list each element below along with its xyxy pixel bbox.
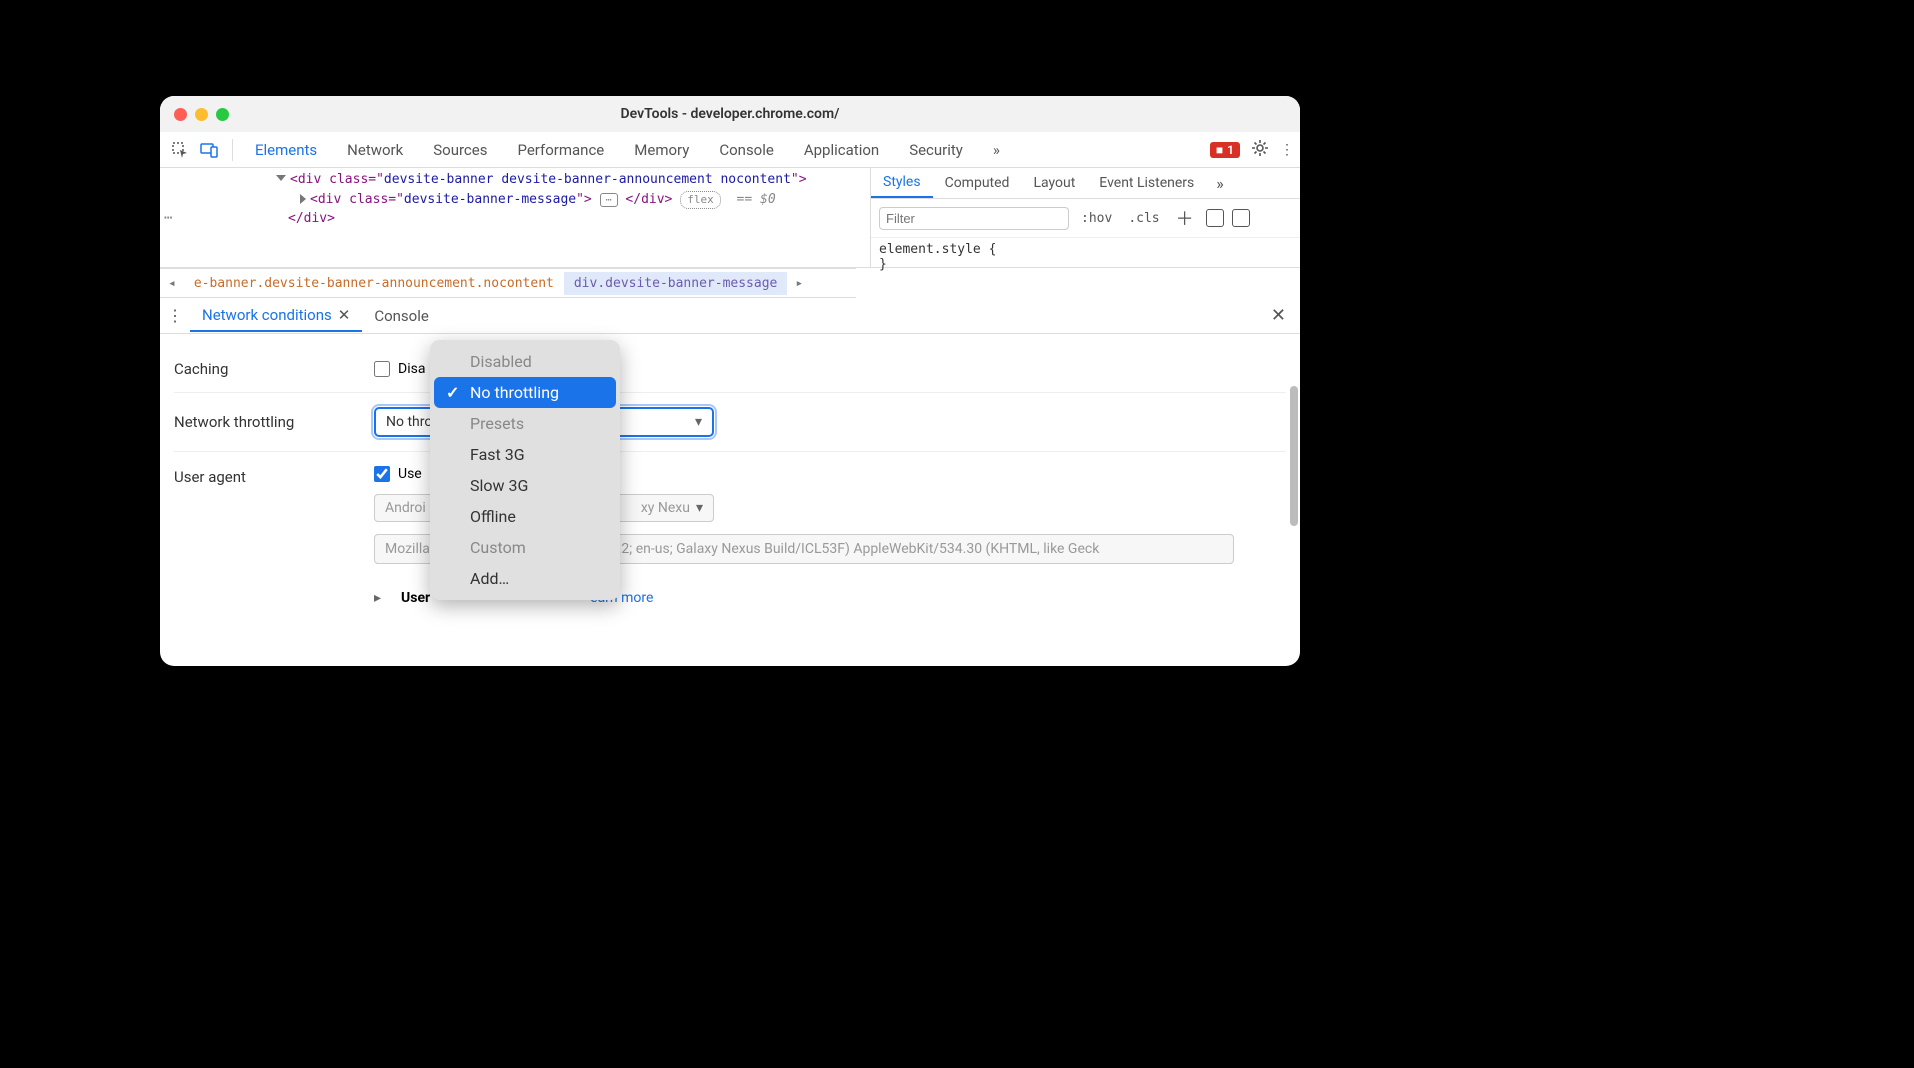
error-count: 1 [1227, 143, 1234, 157]
user-agent-label: User agent [174, 466, 374, 486]
styles-filter-input[interactable] [879, 207, 1069, 230]
traffic-lights [174, 108, 229, 121]
dropdown-item-add[interactable]: Add… [434, 563, 616, 594]
ua-preset-right: xy Nexu [641, 500, 690, 516]
caching-row: Caching Disa [174, 346, 1286, 393]
maximize-window-button[interactable] [216, 108, 229, 121]
collapse-caret-icon[interactable] [300, 194, 306, 204]
expand-caret-icon[interactable] [276, 175, 286, 181]
tab-sources[interactable]: Sources [419, 135, 501, 165]
new-rule-icon[interactable]: ＋ [1172, 203, 1198, 233]
titlebar: DevTools - developer.chrome.com/ [160, 96, 1300, 132]
dropdown-header-presets: Presets [434, 408, 616, 439]
check-icon: ✓ [446, 383, 459, 402]
tab-styles[interactable]: Styles [871, 168, 933, 198]
chevron-down-icon: ▾ [695, 414, 702, 430]
use-browser-default-label: Use [398, 466, 422, 482]
minimize-window-button[interactable] [195, 108, 208, 121]
tab-network[interactable]: Network [333, 135, 417, 165]
tab-label: Network conditions [202, 306, 332, 324]
dropdown-item-fast-3g[interactable]: Fast 3G [434, 439, 616, 470]
close-tab-icon[interactable]: ✕ [338, 306, 351, 324]
styles-toolbar: :hov .cls ＋ [871, 199, 1300, 238]
dropdown-item-offline[interactable]: Offline [434, 501, 616, 532]
drawer-tabs: ⋮ Network conditions ✕ Console ✕ [160, 298, 1300, 334]
tab-layout[interactable]: Layout [1021, 169, 1087, 197]
throttling-value: No thro [386, 414, 432, 430]
close-drawer-icon[interactable]: ✕ [1257, 305, 1300, 326]
caret-right-icon[interactable]: ▸ [374, 590, 381, 606]
dropdown-item-no-throttling[interactable]: ✓ No throttling [434, 377, 616, 408]
throttling-row: Network throttling No thro ▾ [174, 393, 1286, 452]
dropdown-header-custom: Custom [434, 532, 616, 563]
ellipsis-icon[interactable]: ⋯ [600, 193, 618, 207]
user-agent-row: User agent Use Androi xy Nexu ▾ Mozilla0… [174, 452, 1286, 620]
styles-tabs: Styles Computed Layout Event Listeners » [871, 168, 1300, 199]
dom-breadcrumb: ◂ e-banner.devsite-banner-announcement.n… [160, 268, 856, 298]
more-styles-tabs-icon[interactable]: » [1206, 174, 1234, 193]
flex-badge[interactable]: flex [680, 191, 721, 210]
breadcrumb-item-selected[interactable]: div.devsite-banner-message [564, 272, 788, 295]
tab-console[interactable]: Console [705, 135, 788, 165]
hov-toggle[interactable]: :hov [1077, 209, 1116, 228]
chevron-down-icon: ▾ [696, 500, 703, 516]
styles-body[interactable]: element.style { } [871, 238, 1300, 276]
client-hints-label: User [401, 590, 430, 606]
throttling-dropdown: Disabled ✓ No throttling Presets Fast 3G… [430, 340, 620, 600]
breadcrumb-left-icon[interactable]: ◂ [160, 276, 184, 291]
flex-editor-icon[interactable] [1206, 209, 1224, 227]
tab-performance[interactable]: Performance [503, 135, 618, 165]
window-title: DevTools - developer.chrome.com/ [160, 106, 1300, 122]
ua-preset-left: Androi [385, 500, 426, 516]
tab-application[interactable]: Application [790, 135, 893, 165]
cls-toggle[interactable]: .cls [1124, 209, 1163, 228]
tab-elements[interactable]: Elements [241, 135, 331, 165]
close-window-button[interactable] [174, 108, 187, 121]
breadcrumb-right-icon[interactable]: ▸ [787, 276, 811, 291]
more-tabs-icon[interactable]: » [979, 135, 1014, 165]
caching-label: Caching [174, 360, 374, 378]
throttling-label: Network throttling [174, 413, 374, 431]
dropdown-item-slow-3g[interactable]: Slow 3G [434, 470, 616, 501]
selected-marker: == $0 [737, 192, 776, 207]
settings-icon[interactable] [1250, 138, 1270, 162]
tab-computed[interactable]: Computed [933, 169, 1022, 197]
device-toolbar-icon[interactable] [196, 136, 224, 164]
grid-editor-icon[interactable] [1232, 209, 1250, 227]
kebab-menu-icon[interactable]: ⋮ [1280, 142, 1294, 158]
network-conditions-panel: Caching Disa Network throttling No thro … [160, 334, 1300, 666]
divider [232, 139, 233, 161]
vertical-scrollbar[interactable] [1290, 386, 1298, 526]
disable-cache-label: Disa [398, 361, 425, 377]
devtools-window: DevTools - developer.chrome.com/ Element… [160, 96, 1300, 666]
rule-close: } [879, 257, 1292, 272]
main-tabs: Elements Network Sources Performance Mem… [160, 132, 1300, 168]
elements-panel: <div class="devsite-banner devsite-banne… [160, 168, 1300, 268]
tab-security[interactable]: Security [895, 135, 977, 165]
styles-panel: Styles Computed Layout Event Listeners »… [870, 168, 1300, 267]
dropdown-header-disabled: Disabled [434, 346, 616, 377]
use-browser-default-checkbox[interactable] [374, 466, 390, 482]
tab-event-listeners[interactable]: Event Listeners [1087, 169, 1206, 197]
tab-network-conditions[interactable]: Network conditions ✕ [190, 300, 362, 332]
row-actions-icon[interactable]: ⋯ [164, 208, 172, 229]
disable-cache-checkbox[interactable] [374, 361, 390, 377]
drawer-kebab-icon[interactable]: ⋮ [160, 306, 190, 325]
inspect-icon[interactable] [166, 136, 194, 164]
tab-memory[interactable]: Memory [620, 135, 703, 165]
dom-tree[interactable]: <div class="devsite-banner devsite-banne… [160, 168, 870, 267]
breadcrumb-item[interactable]: e-banner.devsite-banner-announcement.noc… [184, 272, 564, 295]
tab-drawer-console[interactable]: Console [362, 301, 441, 331]
rule-open: element.style { [879, 242, 1292, 257]
error-badge[interactable]: ■ 1 [1210, 142, 1240, 158]
error-icon: ■ [1216, 143, 1223, 157]
